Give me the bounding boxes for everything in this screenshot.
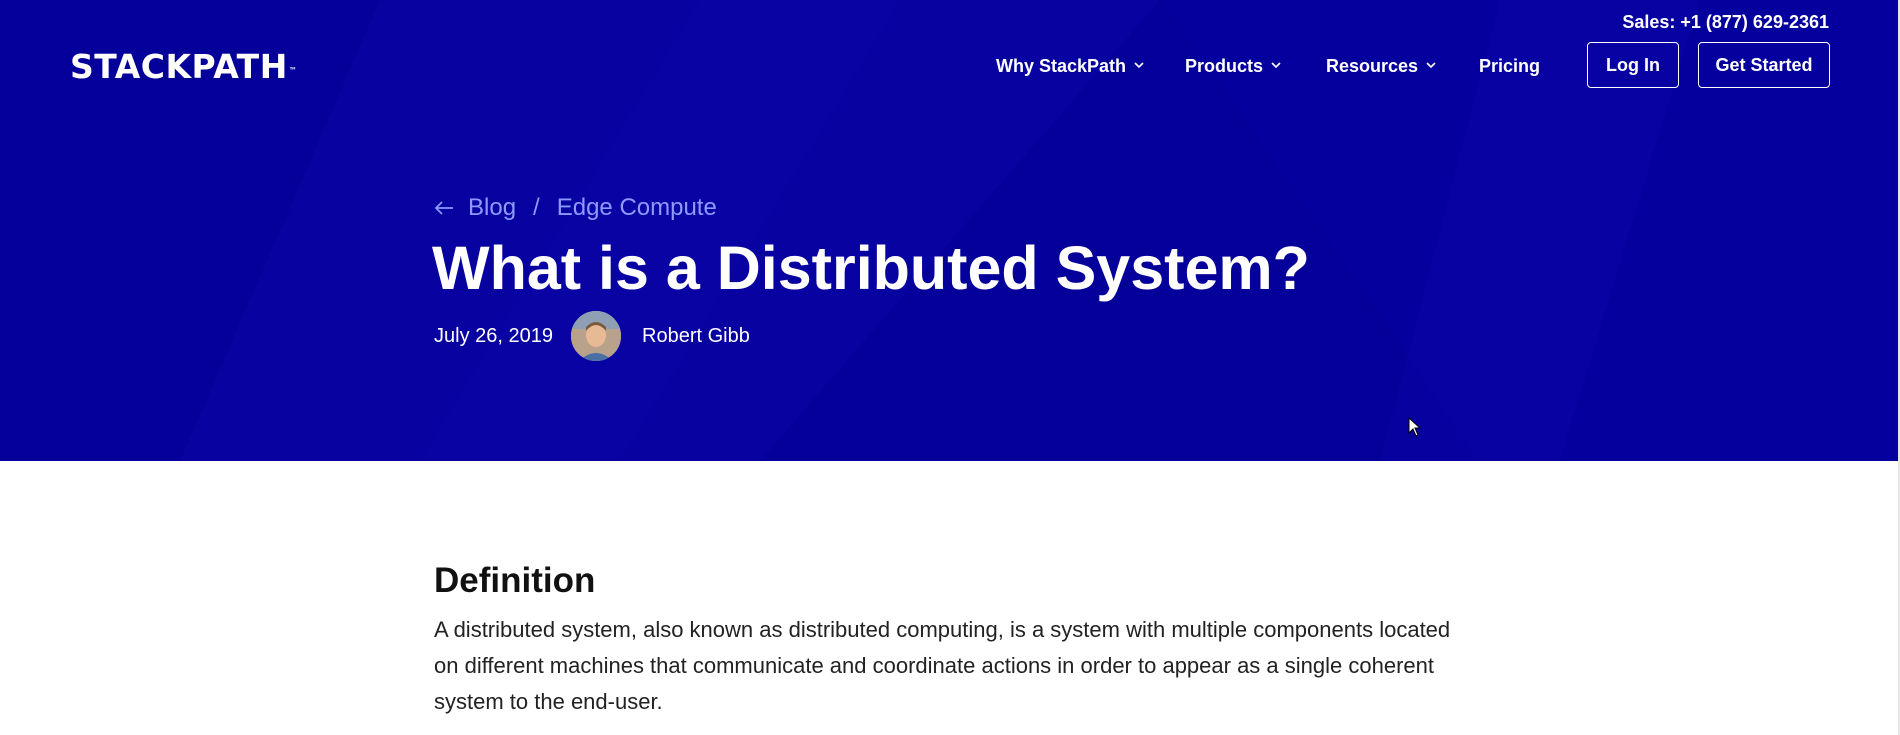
author-name[interactable]: Robert Gibb (642, 325, 750, 348)
hero-banner: STACKPATH™ Sales: +1 (877) 629-2361 Why … (0, 0, 1900, 461)
login-button[interactable]: Log In (1587, 42, 1679, 88)
stackpath-logo[interactable]: STACKPATH™ (70, 47, 297, 87)
arrow-left-icon[interactable] (434, 201, 454, 215)
article-paragraph: A distributed system, also known as dist… (434, 617, 1451, 714)
nav-label: Why StackPath (996, 56, 1127, 76)
mouse-cursor-icon (1408, 417, 1422, 437)
nav-item-resources[interactable]: Resources (1326, 55, 1436, 77)
breadcrumb-blog-link[interactable]: Blog (468, 194, 516, 222)
chevron-down-icon (1134, 62, 1144, 69)
article-title: What is a Distributed System? (432, 234, 1310, 302)
chevron-down-icon (1426, 62, 1436, 69)
breadcrumb-category-link[interactable]: Edge Compute (557, 194, 717, 222)
author-avatar[interactable] (571, 311, 621, 361)
nav-label: Pricing (1479, 56, 1541, 76)
nav-label: Resources (1326, 56, 1419, 76)
breadcrumb-separator: / (533, 194, 540, 221)
section-heading: Definition (434, 561, 596, 600)
nav-item-pricing[interactable]: Pricing (1479, 55, 1540, 77)
chevron-down-icon (1271, 62, 1281, 69)
logo-trademark: ™ (288, 66, 298, 75)
article-date: July 26, 2019 (434, 325, 553, 347)
breadcrumb: Blog / Edge Compute (434, 192, 717, 224)
nav-item-why-stackpath[interactable]: Why StackPath (996, 55, 1144, 77)
nav-item-products[interactable]: Products (1185, 55, 1281, 77)
get-started-button[interactable]: Get Started (1698, 42, 1830, 88)
logo-text: STACKPATH (70, 47, 288, 86)
avatar-portrait (571, 311, 621, 361)
nav-label: Products (1185, 56, 1264, 76)
sales-phone-link[interactable]: Sales: +1 (877) 629-2361 (1622, 12, 1829, 33)
